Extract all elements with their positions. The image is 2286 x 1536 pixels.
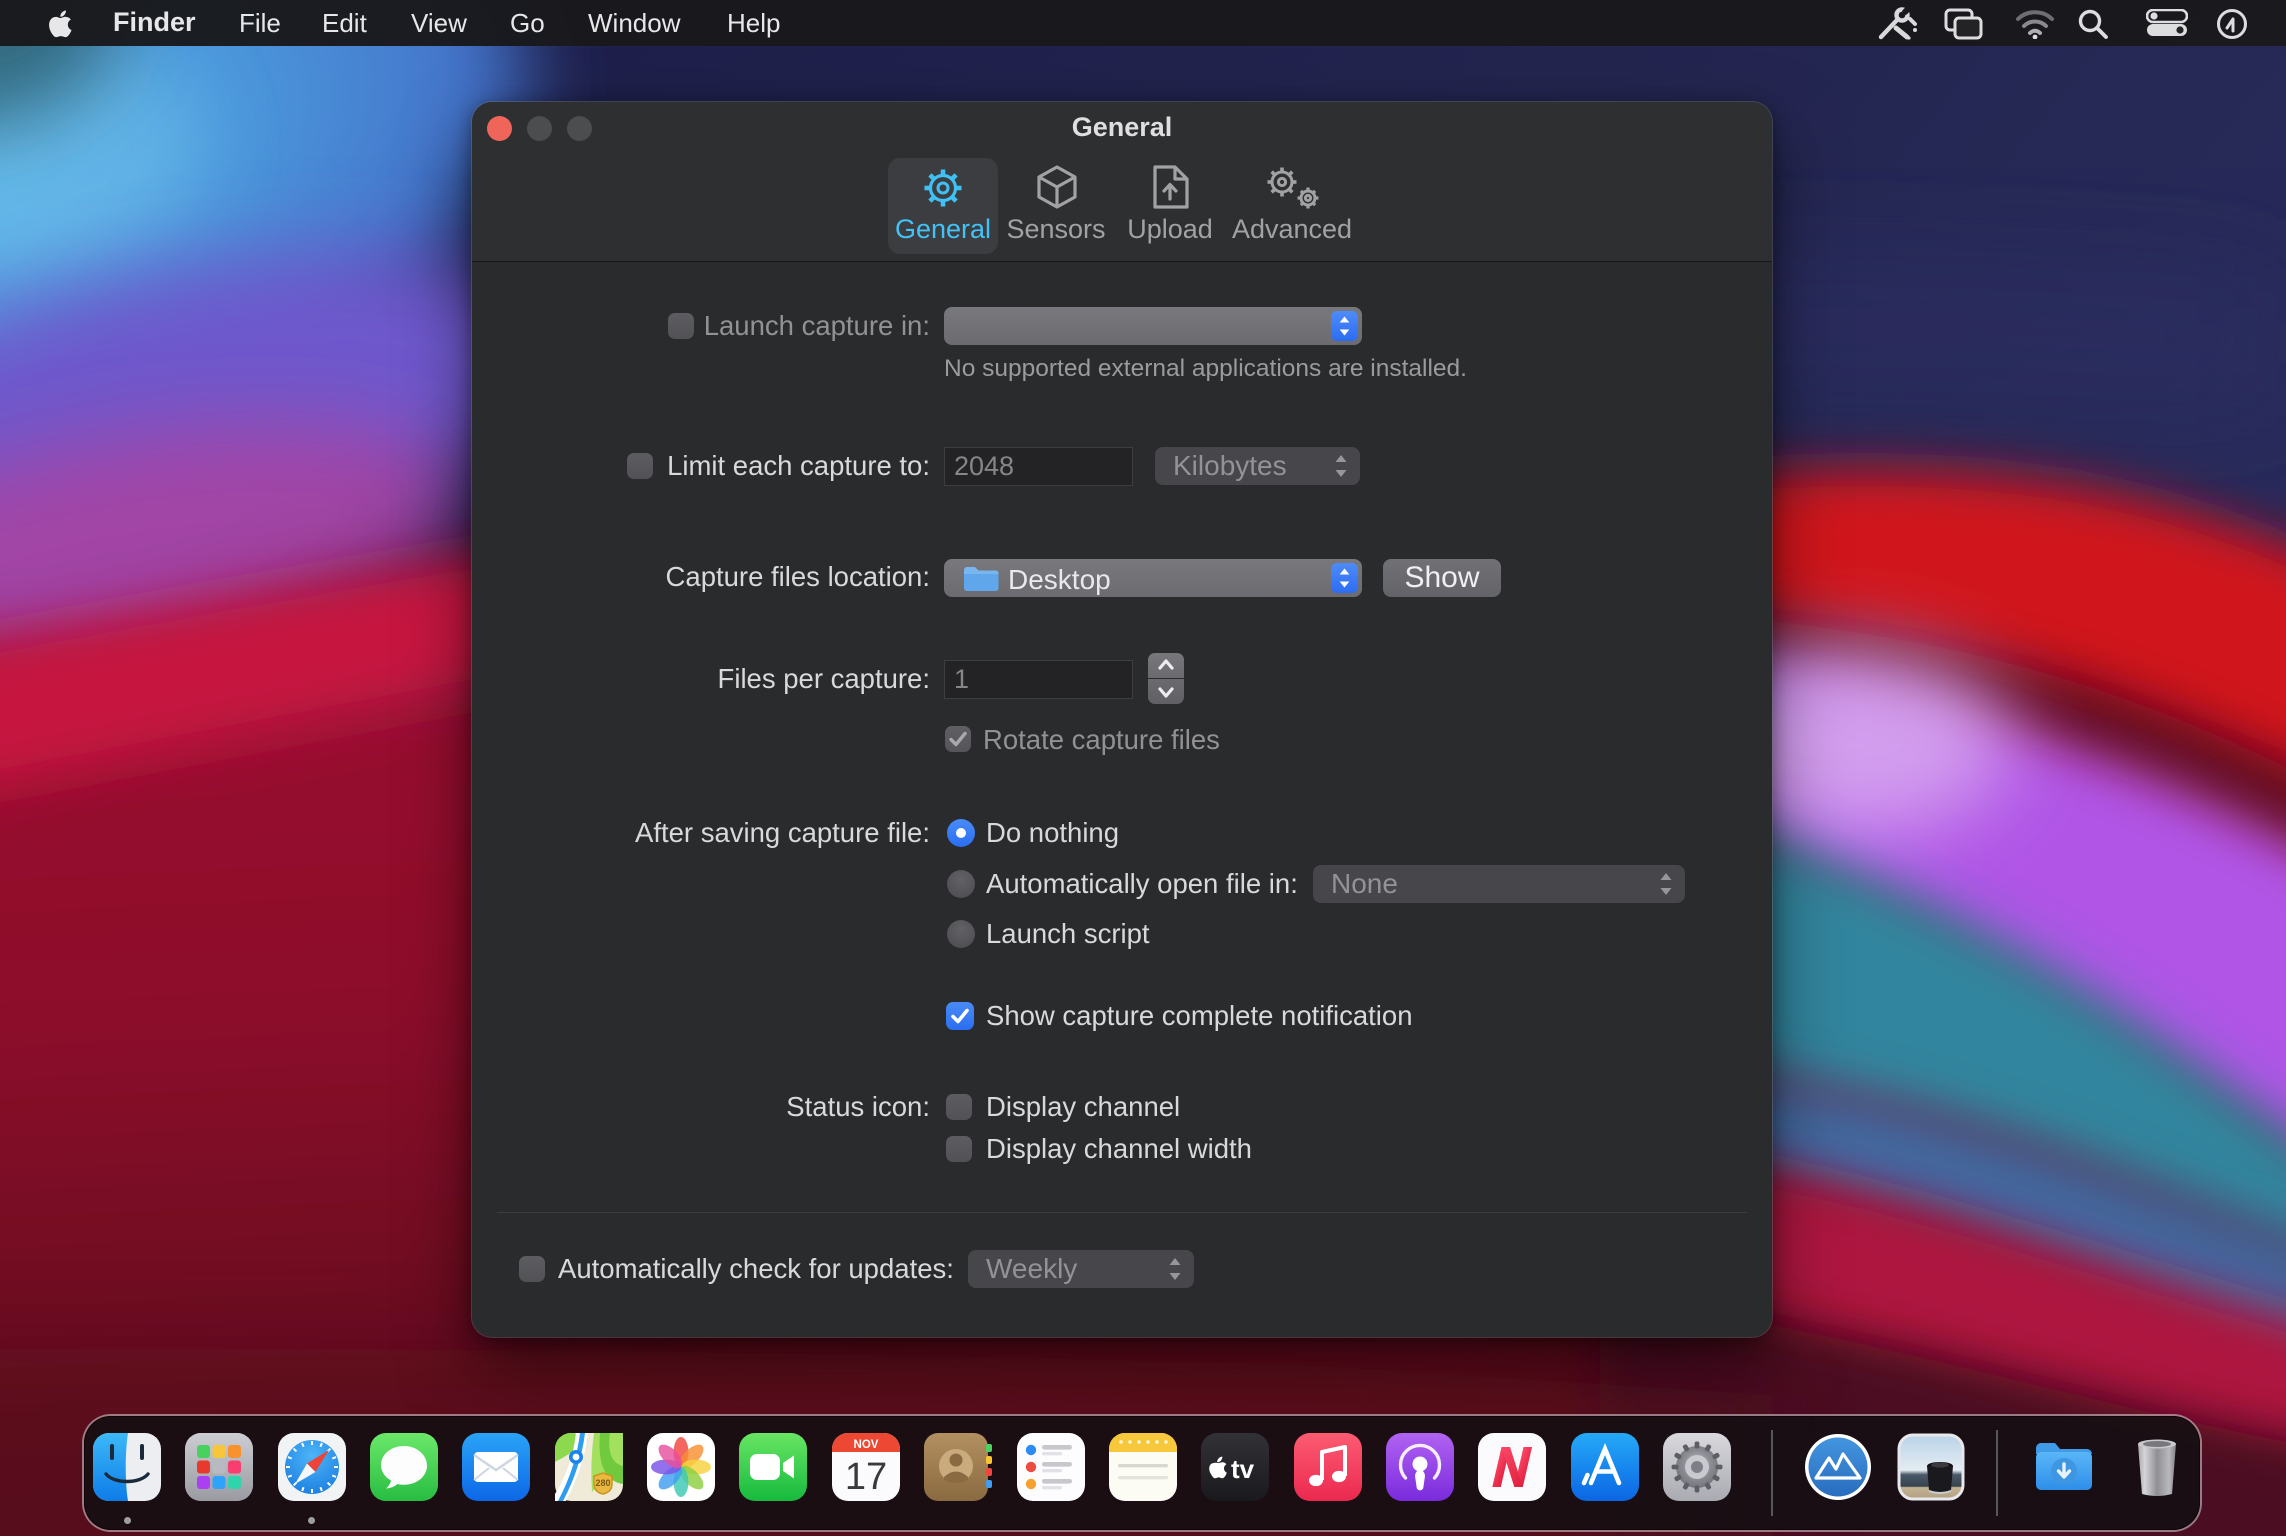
svg-text:tv: tv	[1231, 1454, 1255, 1484]
svg-text:280: 280	[595, 1478, 610, 1488]
svg-text:17: 17	[845, 1456, 887, 1498]
svg-text:NOV: NOV	[854, 1439, 879, 1451]
